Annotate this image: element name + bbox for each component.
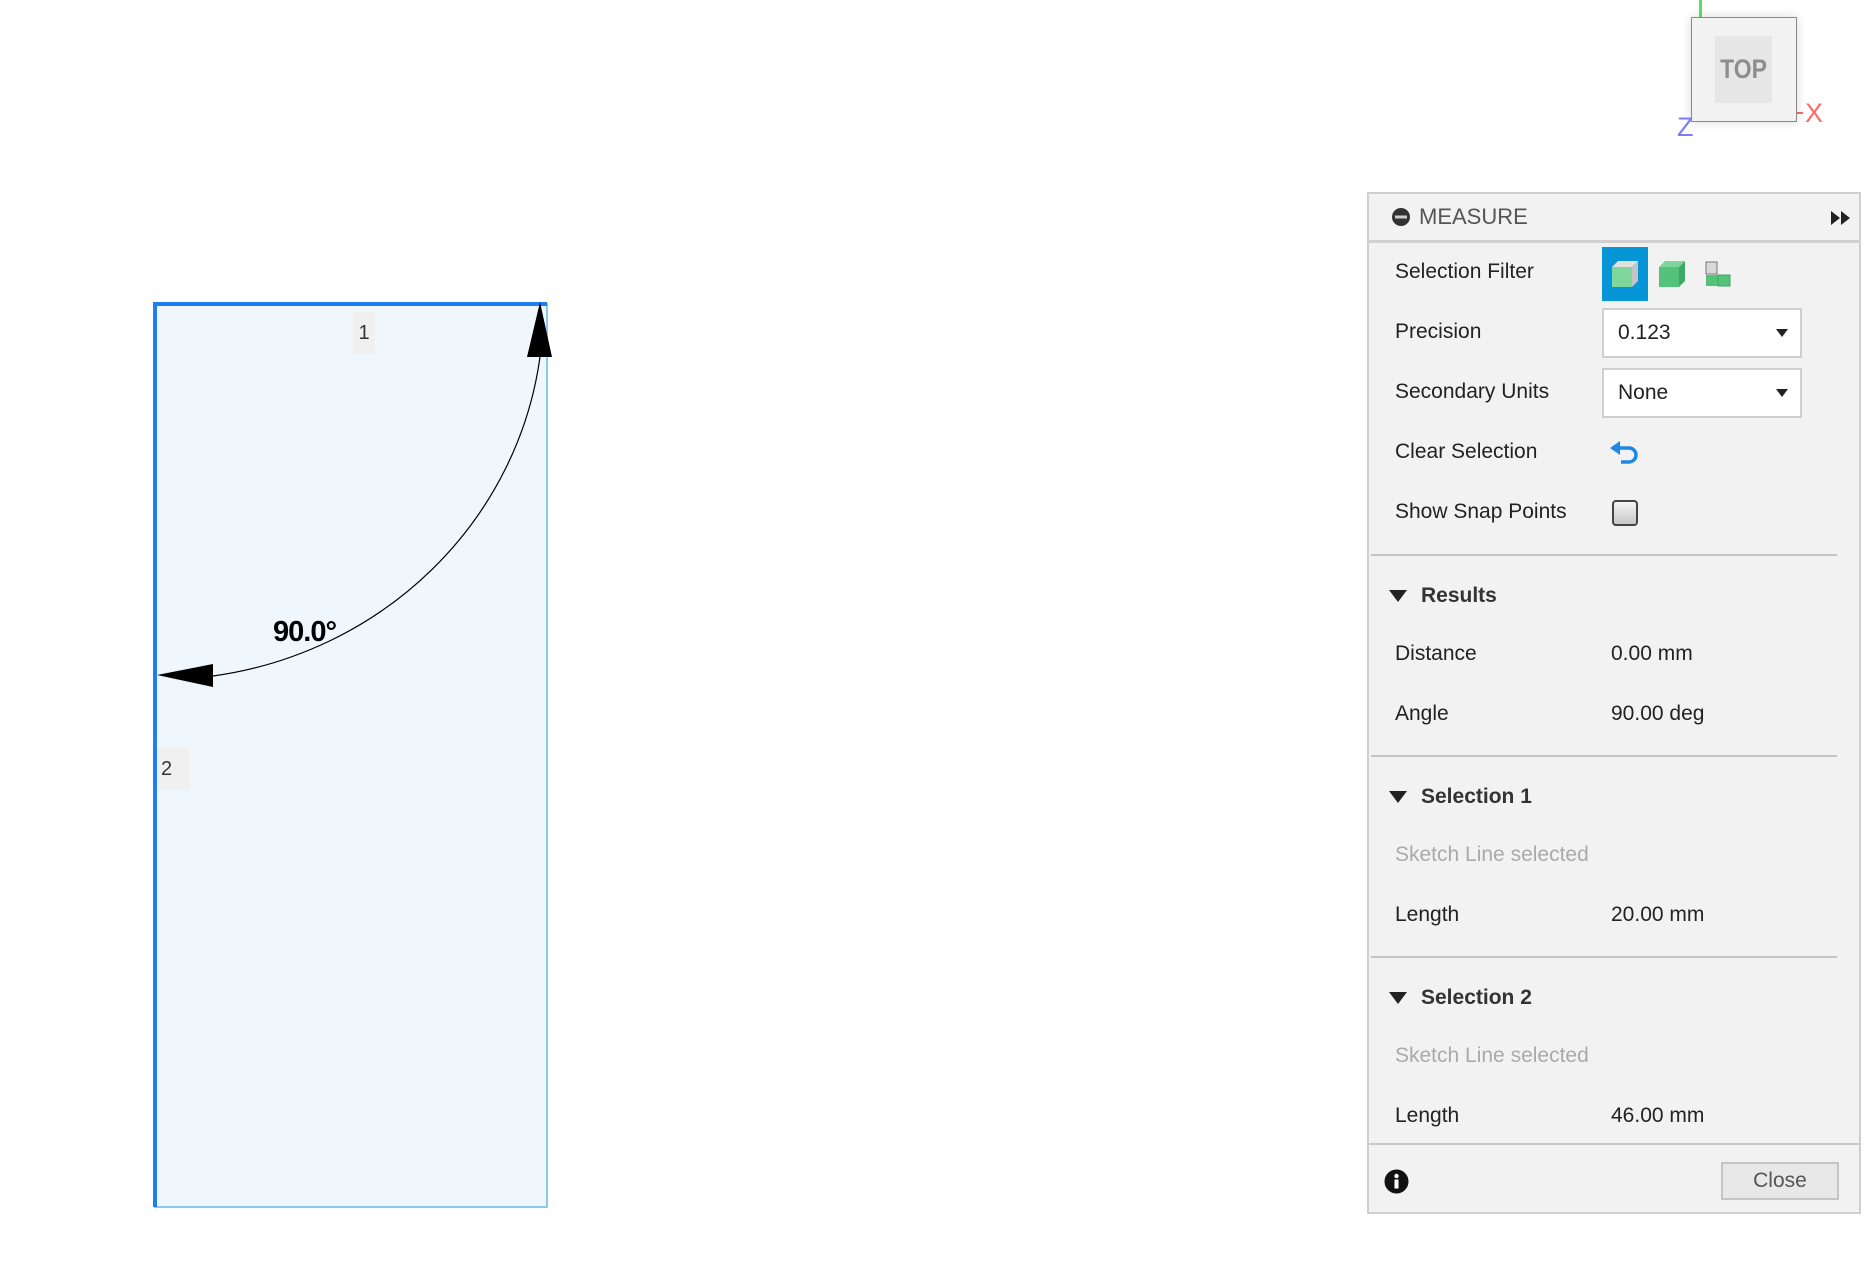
show-snap-points-checkbox[interactable] [1612,500,1638,526]
triangle-down-icon [1389,791,1407,803]
chevron-down-icon [1776,389,1788,397]
triangle-down-icon [1389,590,1407,602]
distance-label: Distance [1395,642,1477,665]
selection2-section-toggle[interactable]: Selection 2 [1389,986,1532,1010]
edge-filter-icon [1705,261,1731,287]
results-title: Results [1421,584,1497,607]
view-cube-top-face[interactable]: TOP [1715,36,1772,103]
measure-panel: MEASURE Selection Filter Precision 0.123… [1367,192,1861,1214]
face-filter-icon [1659,261,1685,287]
secondary-units-label: Secondary Units [1395,380,1550,403]
view-cube[interactable]: TOP [1691,17,1797,122]
angle-annotation: 90.0° [273,616,337,648]
chevron-down-icon [1776,329,1788,337]
precision-value: 0.123 [1618,321,1671,344]
selection2-status: Sketch Line selected [1395,1044,1589,1067]
expand-panel-icon[interactable] [1831,211,1851,225]
angle-label: Angle [1395,702,1449,725]
selection2-length-label: Length [1395,1104,1460,1127]
collapse-icon[interactable] [1391,207,1411,227]
precision-dropdown[interactable]: 0.123 [1602,308,1802,358]
precision-label: Precision [1395,320,1482,343]
divider [1371,956,1837,958]
info-icon[interactable] [1384,1169,1409,1194]
selection-marker-1: 1 [353,312,375,354]
clear-selection-label: Clear Selection [1395,440,1538,463]
panel-header: MEASURE [1369,194,1859,243]
secondary-units-dropdown[interactable]: None [1602,368,1802,418]
sketch-profile[interactable] [154,303,548,1208]
selection2-length-value: 46.00 mm [1611,1104,1705,1127]
selection1-section-toggle[interactable]: Selection 1 [1389,785,1532,809]
selection-filter-label: Selection Filter [1395,260,1534,283]
selection2-title: Selection 2 [1421,986,1532,1009]
show-snap-points-label: Show Snap Points [1395,500,1567,523]
y-axis-line [1699,0,1702,17]
x-axis-line [1796,112,1803,114]
body-filter-button[interactable] [1602,247,1648,301]
face-filter-button[interactable] [1649,247,1695,301]
triangle-down-icon [1389,992,1407,1004]
selection1-length-value: 20.00 mm [1611,903,1705,926]
results-section-toggle[interactable]: Results [1389,584,1497,608]
selection1-title: Selection 1 [1421,785,1532,808]
body-filter-icon [1612,261,1638,287]
panel-title: MEASURE [1419,204,1528,229]
selection1-status: Sketch Line selected [1395,843,1589,866]
distance-value: 0.00 mm [1611,642,1693,665]
divider [1371,755,1837,757]
undo-icon[interactable] [1609,439,1643,469]
x-axis-label: X [1805,98,1824,128]
footer-divider [1369,1143,1859,1145]
close-button[interactable]: Close [1721,1162,1839,1200]
selection-marker-2: 2 [157,748,189,790]
edge-filter-button[interactable] [1696,247,1742,301]
selection1-length-label: Length [1395,903,1460,926]
secondary-units-value: None [1618,381,1669,404]
angle-value: 90.00 deg [1611,702,1705,725]
divider [1371,554,1837,556]
z-axis-label: Z [1677,112,1694,142]
